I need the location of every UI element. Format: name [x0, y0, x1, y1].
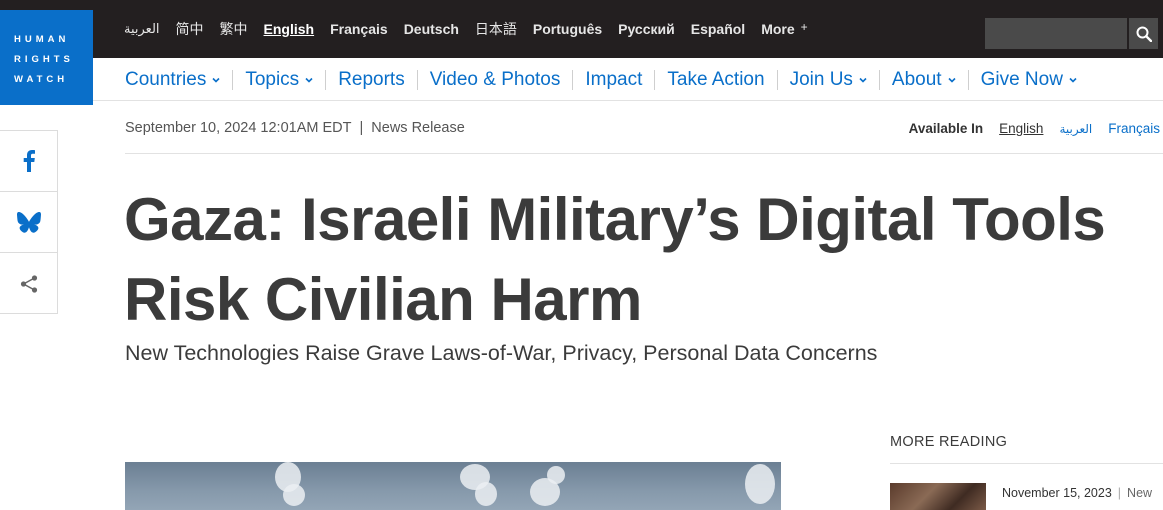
language-link[interactable]: العربية — [124, 21, 160, 37]
search-icon — [1136, 26, 1152, 42]
search-form — [985, 18, 1158, 49]
more-languages-label: More — [761, 21, 795, 37]
more-reading-heading: MORE READING — [890, 434, 1008, 450]
bluesky-share-button[interactable] — [0, 192, 57, 253]
meta-divider — [125, 153, 1163, 154]
hero-image — [125, 462, 781, 510]
nav-item-label: Countries — [125, 69, 207, 90]
more-reading-type: New — [1127, 486, 1153, 500]
nav-item-countries[interactable]: Countries — [113, 69, 232, 91]
language-link[interactable]: Deutsch — [404, 21, 459, 37]
logo-line: RIGHTS — [14, 54, 74, 65]
page-title: Gaza: Israeli Military’s Digital Tools R… — [124, 186, 1106, 333]
search-input[interactable] — [985, 18, 1127, 49]
article-meta: September 10, 2024 12:01AM EDT | News Re… — [125, 120, 465, 136]
share-icon — [20, 274, 37, 293]
language-link[interactable]: English — [264, 21, 315, 37]
chevron-down-icon — [948, 77, 956, 83]
search-button[interactable] — [1127, 18, 1158, 49]
more-reading-thumbnail[interactable] — [890, 483, 986, 510]
chevron-down-icon — [305, 77, 313, 83]
share-sidebar — [0, 130, 58, 314]
nav-item-join-us[interactable]: Join Us — [778, 69, 879, 91]
more-reading-item-meta: November 15, 2023 | New — [1002, 486, 1152, 500]
article-type: News Release — [371, 120, 465, 136]
language-link[interactable]: Português — [533, 21, 602, 37]
available-languages: Available In English العربية Français — [909, 121, 1160, 136]
plus-icon: + — [800, 20, 808, 34]
logo-line: WATCH — [14, 74, 69, 85]
chevron-down-icon — [1069, 77, 1077, 83]
available-french-link[interactable]: Français — [1108, 121, 1160, 136]
language-bar: العربية 简中 繁中 English Français Deutsch 日本語 Port… — [0, 0, 1163, 58]
available-arabic-link[interactable]: العربية — [1059, 122, 1092, 136]
language-link[interactable]: Español — [691, 21, 745, 37]
nav-item-give-now[interactable]: Give Now — [969, 69, 1089, 91]
available-in-label: Available In — [908, 121, 984, 136]
main-nav: Countries Topics Reports Video & Photos Impa… — [113, 60, 1163, 100]
logo-line: HUMAN — [14, 34, 70, 45]
chevron-down-icon — [859, 77, 867, 83]
chevron-down-icon — [212, 77, 220, 83]
nav-item-label: Impact — [585, 69, 643, 90]
nav-divider — [93, 100, 1163, 101]
nav-item-label: Take Action — [667, 69, 765, 90]
nav-item-label: Video & Photos — [429, 69, 561, 90]
language-list: العربية 简中 繁中 English Français Deutsch 日本語 Port… — [124, 0, 824, 58]
language-link[interactable]: 日本語 — [475, 19, 517, 39]
more-reading-divider — [890, 463, 1163, 464]
language-link[interactable]: 简中 — [176, 19, 204, 39]
nav-item-label: Join Us — [789, 69, 853, 90]
nav-item-topics[interactable]: Topics — [233, 69, 325, 91]
nav-item-label: Topics — [245, 69, 300, 90]
meta-separator: | — [359, 120, 364, 136]
more-reading-date: November 15, 2023 — [1002, 486, 1112, 500]
nav-item-take-action[interactable]: Take Action — [655, 69, 776, 91]
nav-item-impact[interactable]: Impact — [573, 69, 654, 91]
nav-item-label: Give Now — [980, 69, 1063, 90]
nav-item-about[interactable]: About — [880, 69, 968, 91]
bluesky-icon — [16, 211, 41, 233]
page-subtitle: New Technologies Raise Grave Laws-of-War… — [125, 341, 878, 365]
hrw-logo[interactable]: HUMAN RIGHTS WATCH — [0, 10, 93, 105]
language-link[interactable]: 繁中 — [220, 19, 248, 39]
language-link[interactable]: Русский — [618, 21, 675, 37]
facebook-icon — [23, 150, 35, 172]
facebook-share-button[interactable] — [0, 131, 57, 192]
language-link[interactable]: Français — [330, 21, 388, 37]
nav-item-label: Reports — [338, 69, 405, 90]
publish-date: September 10, 2024 12:01AM EDT — [125, 120, 352, 136]
more-reading-separator: | — [1117, 486, 1122, 500]
share-button[interactable] — [0, 253, 57, 314]
available-english-link[interactable]: English — [999, 121, 1043, 136]
nav-item-reports[interactable]: Reports — [326, 69, 417, 91]
more-languages-button[interactable]: More + — [761, 20, 808, 37]
nav-item-label: About — [891, 69, 942, 90]
nav-item-video-photos[interactable]: Video & Photos — [418, 69, 573, 91]
